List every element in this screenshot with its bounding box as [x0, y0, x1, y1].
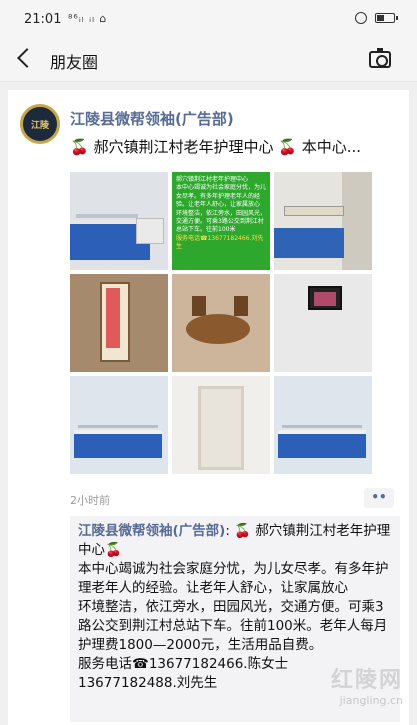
photo-hall[interactable]: [172, 376, 270, 474]
poster-line: 环境整洁，依江旁水，田园风光，交通方便。可乘3路公交到荆江村总站下车。往前100…: [176, 209, 267, 234]
headline-text: 郝穴镇荆江村老年护理中心: [93, 138, 274, 156]
moment-post: 江陵 江陵县微帮领袖(广告部) 🍒 郝穴镇荆江村老年护理中心 🍒 本中心... …: [8, 90, 409, 725]
photo-grid: 郝穴镇荆江村老年护理中心 本中心竭诚为社会家庭分忧，为儿女尽孝。有多年护理老年人…: [70, 172, 372, 474]
cherry-icon: 🍒: [234, 523, 251, 539]
status-right: [355, 12, 398, 24]
alarm-icon: [355, 12, 367, 24]
battery-icon: [375, 13, 398, 23]
comment-author[interactable]: 江陵县微帮领袖(广告部): [78, 523, 225, 539]
photo-bedroom[interactable]: [70, 172, 168, 270]
cherry-icon: 🍒: [105, 542, 122, 558]
page-title: 朋友圈: [50, 53, 99, 72]
avatar[interactable]: 江陵: [20, 104, 60, 144]
photo-tv[interactable]: [274, 274, 372, 372]
post-headline: 🍒 郝穴镇荆江村老年护理中心 🍒 本中心...: [70, 136, 400, 157]
back-arrow-icon[interactable]: [17, 48, 37, 68]
photo-ward-2[interactable]: [274, 376, 372, 474]
avatar-text: 江陵: [30, 120, 49, 131]
nav-bar: 朋友圈: [0, 36, 417, 82]
cherry-icon: 🍒: [70, 138, 89, 156]
photo-dining[interactable]: [172, 274, 270, 372]
headline-tail: 本中心...: [301, 138, 362, 156]
comment-colon: :: [225, 523, 235, 539]
status-bar: 21:01 ⁸⁶ᵢₗ ᵢₗ ⌂: [0, 0, 417, 36]
comment-line: 环境整洁，依江旁水，田园风光，交通方便。可乘3路公交到荆江村总站下车。往前100…: [78, 599, 388, 653]
poster-line: 本中心竭诚为社会家庭分忧，为儿女尽孝。有多年护理老年人的经验。让老年人舒心，让家…: [176, 184, 267, 209]
post-time: 2小时前: [70, 494, 110, 507]
clock: 21:01: [24, 12, 62, 27]
photo-ward[interactable]: [70, 376, 168, 474]
camera-icon[interactable]: [369, 48, 391, 68]
photo-corridor[interactable]: [70, 274, 168, 372]
watermark-url: jiangling.cn: [339, 694, 403, 707]
signal-icons: ⁸⁶ᵢₗ ᵢₗ ⌂: [68, 12, 108, 25]
comment-line: 本中心竭诚为社会家庭分忧，为儿女尽孝。有多年护理老年人的经验。让老年人舒心，让家…: [78, 561, 389, 596]
more-button[interactable]: ••: [364, 488, 394, 508]
cherry-icon: 🍒: [278, 138, 297, 156]
post-author[interactable]: 江陵县微帮领袖(广告部): [70, 108, 234, 129]
watermark: 红陵网 jiangling.cn: [331, 662, 403, 707]
watermark-logo: 红陵网: [330, 668, 403, 693]
poster-line: 服务电话☎13677182466.刘先生: [176, 234, 264, 251]
photo-poster[interactable]: 郝穴镇荆江村老年护理中心 本中心竭诚为社会家庭分忧，为儿女尽孝。有多年护理老年人…: [172, 172, 270, 270]
photo-room[interactable]: [274, 172, 372, 270]
